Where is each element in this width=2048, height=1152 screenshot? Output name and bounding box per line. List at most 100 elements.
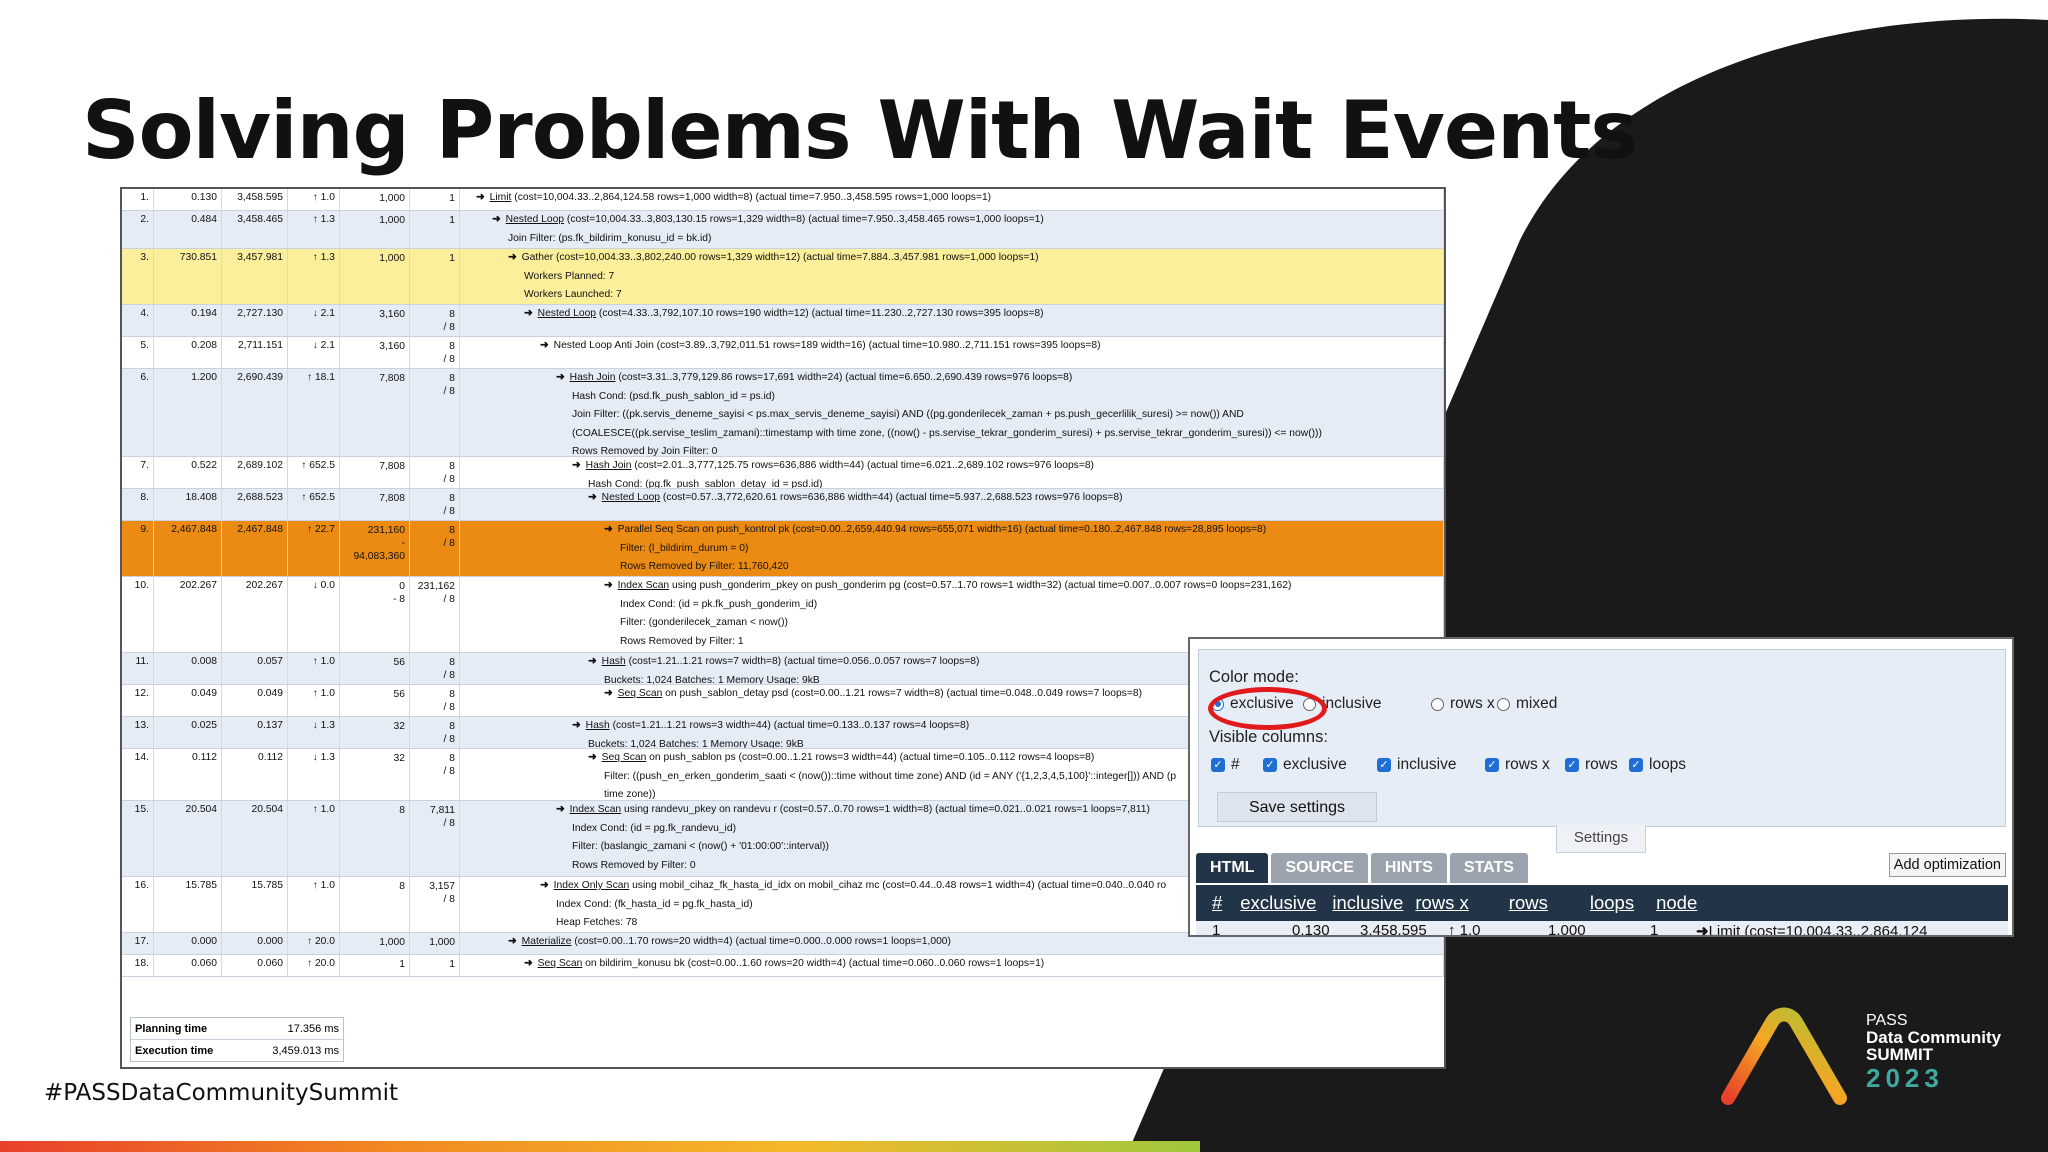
node-line: ➜ Hash Join (cost=2.01..3,777,125.75 rows… [464, 457, 1439, 476]
tab-stats[interactable]: STATS [1449, 853, 1528, 883]
node-operation-link[interactable]: Nested Loop [506, 214, 564, 225]
cell-loops: 231,162 / 8 [410, 577, 460, 652]
cell-loops: 8/ 8 [410, 369, 460, 456]
cell-exclusive: 0.484 [154, 211, 222, 248]
checkbox-inclusive-label: inclusive [1397, 756, 1457, 773]
cell-loops: 8/ 8 [410, 305, 460, 336]
cell-num: 18. [122, 955, 154, 976]
cell-loops: 8/ 8 [410, 749, 460, 800]
cell-inclusive: 0.060 [222, 955, 288, 976]
cell-loops-line: 8 [449, 341, 455, 352]
checkbox-rows[interactable]: ✓ rows [1565, 756, 1618, 774]
radio-rows-x[interactable]: rows x [1431, 695, 1495, 713]
cell-loops-line: 231,162 [417, 581, 455, 592]
cell-num: 6. [122, 369, 154, 456]
cell-loops: 1 [410, 189, 460, 210]
node-operation-link[interactable]: Index Only Scan [554, 880, 630, 891]
checkbox-rows-x[interactable]: ✓ rows x [1485, 756, 1550, 774]
node-operation-link[interactable]: Nested Loop [602, 492, 660, 503]
header-exclusive[interactable]: exclusive [1240, 892, 1316, 914]
checkbox-exclusive[interactable]: ✓ exclusive [1263, 756, 1347, 774]
tab-source[interactable]: SOURCE [1271, 853, 1368, 883]
node-operation-link[interactable]: Seq Scan [618, 688, 663, 699]
cell-loops: 8/ 8 [410, 685, 460, 716]
planning-time-value: 17.356 ms [287, 1022, 339, 1035]
cell-inclusive: 3,458.465 [222, 211, 288, 248]
cell-rows: 1,000 [340, 249, 410, 304]
cell-exclusive: 202.267 [154, 577, 222, 652]
plan-row: 5. 0.208 2,711.151 ↓ 2.1 3,160 8/ 8 ➜ Nested Lo… [122, 337, 1444, 369]
node-detail-text: Parallel Seq Scan on push_kontrol pk (co… [617, 524, 1267, 535]
plan-row: 18. 0.060 0.060 ↑ 20.0 1 1 ➜ Seq Scan on bildir… [122, 955, 1444, 977]
add-optimization-button[interactable]: Add optimization [1888, 853, 2006, 877]
node-extra-line: Hash Cond: (psd.fk_push_sablon_id = ps.i… [572, 390, 775, 402]
cell-rows-line: 8 [399, 805, 405, 816]
plan-row-partial: 1 0.130 3,458.595 ↑ 1.0 1,000 1 ➜ Limit … [1196, 921, 2008, 937]
cell-loops-line: 8 [449, 373, 455, 384]
node-detail-text: Nested Loop Anti Join (cost=3.89..3,792,… [553, 340, 1101, 351]
cell-node: ➜ Seq Scan on bildirim_konusu bk (cost=0.… [460, 955, 1444, 976]
header-node[interactable]: node [1656, 892, 1697, 914]
node-operation-link[interactable]: Materialize [522, 936, 572, 947]
header-rows-x[interactable]: rows x [1415, 892, 1468, 914]
cell-inclusive: 2,467.848 [222, 521, 288, 576]
node-detail-text: using push_gonderim_pkey on push_gonderi… [672, 580, 1292, 591]
header-loops[interactable]: loops [1590, 892, 1634, 914]
node-operation-link[interactable]: Limit [490, 192, 512, 203]
cell-rows: 56 [340, 685, 410, 716]
node-operation-link[interactable]: Index Scan [570, 804, 622, 815]
cell-rows-x: ↓ 2.1 [288, 305, 340, 336]
checkbox-num[interactable]: ✓ # [1211, 756, 1240, 774]
checkbox-inclusive[interactable]: ✓ inclusive [1377, 756, 1456, 774]
cell-loops-line: 1 [449, 253, 455, 264]
checkbox-loops[interactable]: ✓ loops [1629, 756, 1686, 774]
cell-loops-line: / 8 [443, 354, 455, 365]
node-operation-link[interactable]: Hash [602, 656, 626, 667]
tab-html[interactable]: HTML [1196, 853, 1269, 883]
node-extra-line: Join Filter: ((pk.servis_deneme_sayisi <… [572, 409, 1244, 421]
radio-mixed-label: mixed [1516, 695, 1558, 712]
header-num[interactable]: # [1212, 892, 1222, 914]
node-operation-link[interactable]: Hash Join [586, 460, 632, 471]
node-extra-line: Filter: (l_bildirim_durum = 0) [620, 542, 749, 554]
radio-mixed[interactable]: mixed [1497, 695, 1557, 713]
node-line: ➜ Parallel Seq Scan on push_kontrol pk (c… [464, 521, 1439, 540]
node-operation-link[interactable]: Hash [586, 720, 610, 731]
arrow-icon: ➜ [572, 720, 581, 731]
node-extra-line: Filter: (gonderilecek_zaman < now()) [620, 617, 788, 629]
view-tabs: HTML SOURCE HINTS STATS [1196, 853, 1531, 883]
cell-rows-x: ↑ 1.0 [288, 685, 340, 716]
node-extra-line: Workers Planned: 7 [524, 270, 615, 282]
header-inclusive[interactable]: inclusive [1332, 892, 1403, 914]
cell-num: 13. [122, 717, 154, 748]
node-detail-text: (cost=10,004.33..3,803,130.15 rows=1,329… [566, 214, 1044, 225]
node-operation-link[interactable]: Nested Loop [538, 308, 596, 319]
cell-loops-line: / 8 [443, 734, 455, 745]
node-operation-link[interactable]: Seq Scan [538, 958, 583, 969]
cell-inclusive: 3,457.981 [222, 249, 288, 304]
cell-rows-x: ↓ 0.0 [288, 577, 340, 652]
plan-row: 9. 2,467.848 2,467.848 ↑ 22.7 231,160-94,083… [122, 521, 1444, 577]
cell-exclusive: 730.851 [154, 249, 222, 304]
save-settings-button[interactable]: Save settings [1217, 792, 1377, 822]
cell-num: 1 [1212, 922, 1221, 937]
cell-rows-line: 7,808 [379, 373, 405, 384]
node-operation-link[interactable]: Hash Join [570, 372, 616, 383]
cell-rows-x: ↑ 1.3 [288, 211, 340, 248]
logo-line-community: Data Community [1866, 1028, 2002, 1047]
node-operation-link[interactable]: Seq Scan [602, 752, 647, 763]
header-rows[interactable]: rows [1509, 892, 1548, 914]
cell-rows-x: ↑ 20.0 [288, 955, 340, 976]
cell-exclusive: 0.112 [154, 749, 222, 800]
cell-inclusive: 0.112 [222, 749, 288, 800]
node-operation-link[interactable]: Index Scan [618, 580, 670, 591]
cell-rows-x: ↑ 652.5 [288, 489, 340, 520]
cell-exclusive: 0.008 [154, 653, 222, 684]
node-detail-text: Gather (cost=10,004.33..3,802,240.00 row… [521, 252, 1039, 263]
cell-rows: 7,808 [340, 369, 410, 456]
node-detail-text: on push_sablon_detay psd (cost=0.00..1.2… [665, 688, 1142, 699]
settings-toggle-tab[interactable]: Settings [1556, 825, 1646, 853]
tab-hints[interactable]: HINTS [1370, 853, 1447, 883]
node-detail-text: (cost=4.33..3,792,107.10 rows=190 width=… [598, 308, 1044, 319]
cell-node-text: Limit (cost=10,004.33..2,864,124 [1708, 923, 1928, 937]
